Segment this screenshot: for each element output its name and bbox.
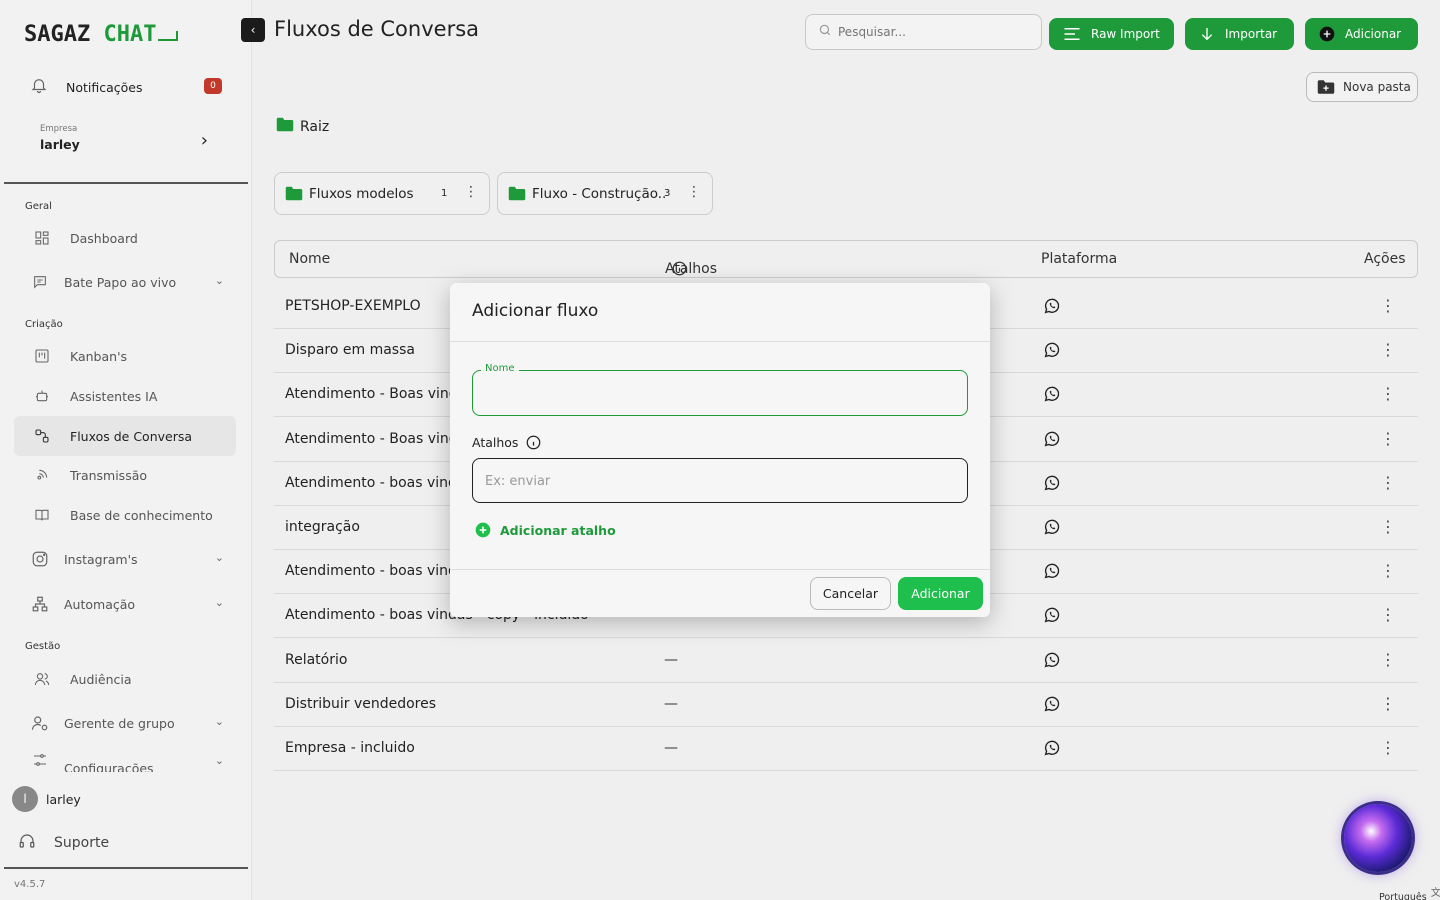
shortcuts-label: Atalhos: [472, 435, 541, 450]
add-shortcut-label: Adicionar atalho: [500, 522, 616, 538]
name-field-label: Nome: [481, 363, 519, 374]
info-icon[interactable]: [526, 435, 541, 450]
cancel-button[interactable]: Cancelar: [810, 577, 891, 610]
add-shortcut-button[interactable]: Adicionar atalho: [475, 522, 616, 538]
language-selector[interactable]: Português 文A: [1379, 884, 1440, 900]
ai-assistant-orb[interactable]: [1344, 804, 1412, 872]
add-flow-dialog: Adicionar fluxo Nome Atalhos Adicionar a…: [450, 283, 990, 617]
language-label: Português: [1379, 891, 1427, 900]
name-input[interactable]: [485, 381, 955, 405]
translate-icon: 文A: [1430, 888, 1440, 900]
shortcuts-label-text: Atalhos: [472, 435, 519, 450]
shortcut-field[interactable]: [472, 458, 968, 503]
plus-circle-icon: [475, 522, 491, 538]
dialog-title: Adicionar fluxo: [472, 301, 599, 321]
dialog-divider: [450, 569, 990, 570]
dialog-divider: [450, 341, 990, 342]
shortcut-input[interactable]: [485, 469, 955, 493]
name-field[interactable]: Nome: [472, 363, 968, 416]
submit-button[interactable]: Adicionar: [898, 577, 983, 610]
